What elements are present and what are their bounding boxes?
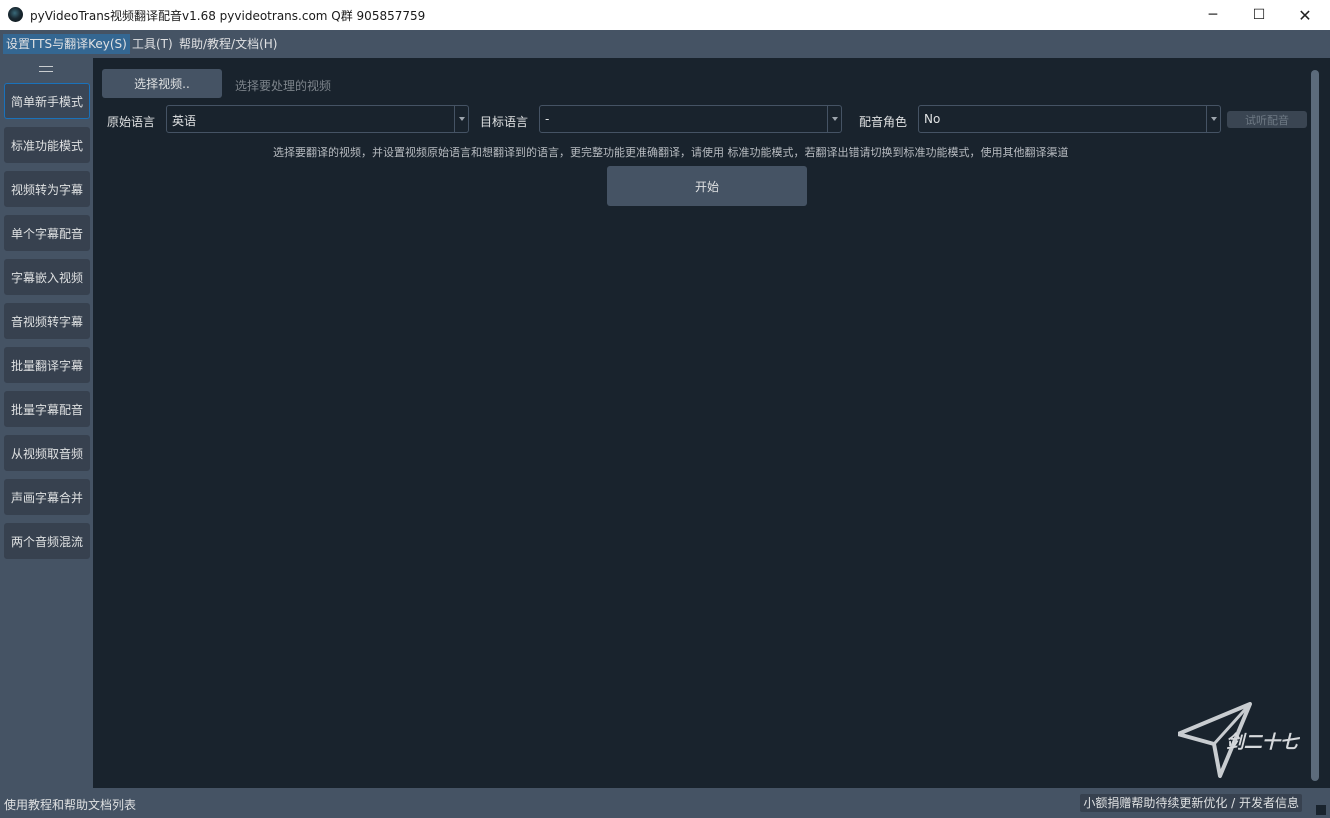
- voice-role-label: 配音角色: [859, 115, 908, 129]
- watermark-logo: 剑二十七: [1176, 702, 1318, 783]
- scrollbar-thumb[interactable]: [1311, 70, 1319, 781]
- window-title: pyVideoTrans视频翻译配音v1.68 pyvideotrans.com…: [30, 9, 426, 23]
- chevron-down-icon: [827, 106, 841, 132]
- minimize-button[interactable]: ─: [1190, 0, 1236, 30]
- sidebar-item-merge-av-subtitle[interactable]: 声画字幕合并: [4, 479, 90, 515]
- title-bar: pyVideoTrans视频翻译配音v1.68 pyvideotrans.com…: [0, 0, 1330, 30]
- menu-settings-tts-key[interactable]: 设置TTS与翻译Key(S): [3, 34, 130, 54]
- source-language-select[interactable]: 英语: [166, 105, 469, 133]
- sidebar-item-video-to-subtitle[interactable]: 视频转为字幕: [4, 171, 90, 207]
- close-button[interactable]: ✕: [1282, 0, 1328, 30]
- chevron-down-icon: [454, 106, 468, 132]
- listen-voice-button[interactable]: 试听配音: [1227, 111, 1307, 128]
- help-docs-link[interactable]: 使用教程和帮助文档列表: [4, 796, 136, 813]
- paper-plane-icon: 剑二十七: [1176, 702, 1300, 778]
- sidebar-item-av-to-subtitle[interactable]: 音视频转字幕: [4, 303, 90, 339]
- start-button[interactable]: 开始: [607, 166, 807, 206]
- watermark-text: 剑二十七: [1226, 732, 1300, 753]
- donate-developer-link[interactable]: 小额捐赠帮助待续更新优化 / 开发者信息: [1080, 794, 1302, 812]
- source-language-label: 原始语言: [107, 115, 156, 129]
- sidebar-item-subtitle-dubbing[interactable]: 单个字幕配音: [4, 215, 90, 251]
- voice-role-value: No: [924, 112, 941, 126]
- sidebar-item-batch-dubbing[interactable]: 批量字幕配音: [4, 391, 90, 427]
- main-panel: 选择视频.. 选择要处理的视频 原始语言 英语 目标语言 - 配音角色 No 试…: [93, 58, 1330, 788]
- menu-help[interactable]: 帮助/教程/文档(H): [176, 34, 280, 54]
- sidebar-item-batch-translate[interactable]: 批量翻译字幕: [4, 347, 90, 383]
- scrollbar[interactable]: [1309, 68, 1321, 783]
- resize-grip-icon[interactable]: [1316, 805, 1326, 815]
- target-language-value: -: [545, 112, 550, 126]
- voice-role-select[interactable]: No: [918, 105, 1221, 133]
- instruction-text: 选择要翻译的视频，并设置视频原始语言和想翻译到的语言，更完整功能更准确翻译，请使…: [273, 146, 1069, 159]
- select-video-button[interactable]: 选择视频..: [102, 69, 222, 98]
- menu-bar: 设置TTS与翻译Key(S) 工具(T) 帮助/教程/文档(H): [0, 30, 1330, 58]
- sidebar-item-extract-audio[interactable]: 从视频取音频: [4, 435, 90, 471]
- app-icon: [8, 7, 23, 22]
- status-bar: 使用教程和帮助文档列表 小额捐赠帮助待续更新优化 / 开发者信息: [0, 788, 1330, 818]
- source-language-value: 英语: [172, 114, 197, 128]
- sidebar-item-embed-subtitle[interactable]: 字幕嵌入视频: [4, 259, 90, 295]
- sidebar-item-simple-mode[interactable]: 简单新手模式: [4, 83, 90, 119]
- chevron-down-icon: [1206, 106, 1220, 132]
- target-language-select[interactable]: -: [539, 105, 842, 133]
- menu-tools[interactable]: 工具(T): [129, 34, 176, 54]
- sidebar: 简单新手模式 标准功能模式 视频转为字幕 单个字幕配音 字幕嵌入视频 音视频转字…: [0, 58, 93, 788]
- target-language-label: 目标语言: [480, 115, 529, 129]
- maximize-button[interactable]: ☐: [1236, 0, 1282, 30]
- select-video-hint: 选择要处理的视频: [235, 79, 332, 93]
- sidebar-item-standard-mode[interactable]: 标准功能模式: [4, 127, 90, 163]
- sidebar-item-mix-audio[interactable]: 两个音频混流: [4, 523, 90, 559]
- sidebar-handle-icon[interactable]: [39, 66, 53, 72]
